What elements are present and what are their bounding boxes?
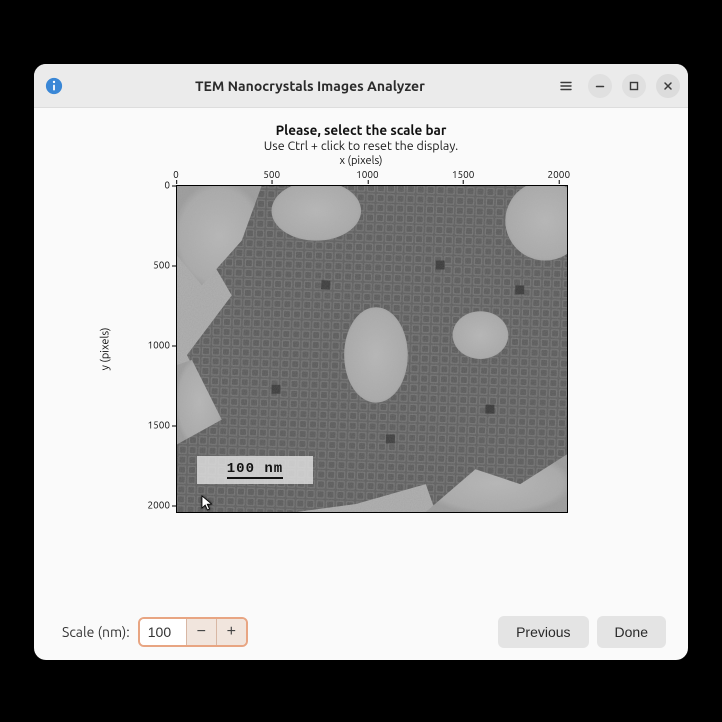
chart-title: Please, select the scale bar (54, 122, 668, 138)
footer-bar: Scale (nm): − + Previous Done (34, 604, 688, 660)
x-tick: 1000 (356, 169, 379, 180)
minimize-button[interactable] (588, 74, 612, 98)
scale-stepper: − + (138, 617, 248, 647)
app-window: TEM Nanocrystals Images Analyzer Please,… (34, 64, 688, 660)
x-tick: 2000 (548, 169, 571, 180)
done-button[interactable]: Done (597, 616, 666, 648)
titlebar: TEM Nanocrystals Images Analyzer (34, 64, 688, 108)
x-axis: 0 500 1000 1500 2000 (176, 169, 568, 185)
scale-input[interactable] (140, 619, 186, 645)
scale-bar-overlay[interactable]: 100 nm (197, 456, 313, 484)
chart-subtitle: Use Ctrl + click to reset the display. (54, 139, 668, 153)
previous-button[interactable]: Previous (498, 616, 588, 648)
window-controls (554, 74, 680, 98)
x-tick: 1500 (452, 169, 475, 180)
scale-decrement-button[interactable]: − (186, 619, 216, 645)
y-tick: 500 (153, 260, 170, 271)
maximize-button[interactable] (622, 74, 646, 98)
x-tick: 0 (173, 169, 179, 180)
y-tick: 1000 (147, 340, 170, 351)
x-tick: 500 (263, 169, 280, 180)
scale-bar-label: 100 nm (227, 462, 283, 479)
image-plot[interactable]: 100 nm (176, 185, 568, 513)
content-area: Please, select the scale bar Use Ctrl + … (34, 108, 688, 604)
window-title: TEM Nanocrystals Images Analyzer (74, 78, 546, 94)
y-axis-label: y (pixels) (99, 328, 111, 371)
info-icon[interactable] (42, 74, 66, 98)
y-axis: 0500100015002000 (114, 185, 176, 513)
x-axis-label: x (pixels) (54, 155, 668, 167)
y-tick: 2000 (147, 500, 170, 511)
y-tick: 0 (164, 180, 170, 191)
chart-wrap: 0 500 1000 1500 2000 y (pixels) 0 500 1000 1500… (96, 169, 668, 513)
hamburger-menu-icon[interactable] (554, 74, 578, 98)
chart-header: Please, select the scale bar Use Ctrl + … (54, 122, 668, 167)
scale-increment-button[interactable]: + (216, 619, 246, 645)
y-axis-label-col: y (pixels) (96, 185, 114, 513)
scale-input-label: Scale (nm): (62, 624, 130, 640)
y-tick: 1500 (147, 420, 170, 431)
close-button[interactable] (656, 74, 680, 98)
plot-row: y (pixels) 0500100015002000 (96, 185, 668, 513)
